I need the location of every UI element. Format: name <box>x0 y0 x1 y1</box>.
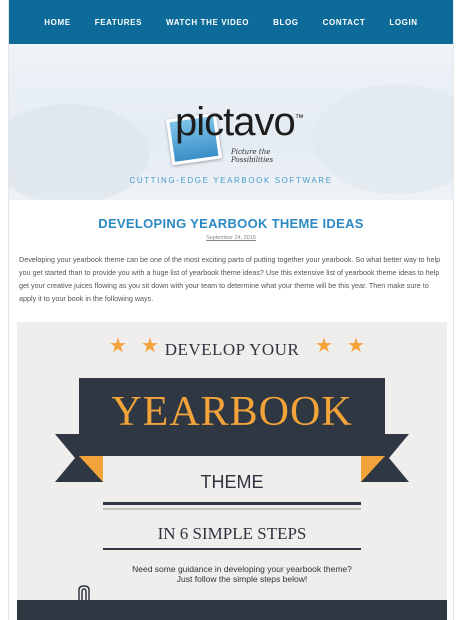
post-content: DEVELOPING YEARBOOK THEME IDEAS Septembe… <box>9 216 453 305</box>
post-title[interactable]: DEVELOPING YEARBOOK THEME IDEAS <box>19 216 443 231</box>
divider-line <box>103 548 361 550</box>
nav-home[interactable]: HOME <box>32 18 82 27</box>
nav-blog[interactable]: BLOG <box>261 18 311 27</box>
nav-login[interactable]: LOGIN <box>377 18 429 27</box>
logo-tagline: Picture the Possibilities <box>231 148 274 164</box>
note-line: Just follow the simple steps below! <box>176 574 308 584</box>
site-logo[interactable]: pictavo™ Picture the Possibilities <box>166 90 309 176</box>
note-line: Need some guidance in developing your ye… <box>132 564 352 574</box>
top-navigation: HOME FEATURES WATCH THE VIDEO BLOG CONTA… <box>9 0 453 44</box>
header-banner: pictavo™ Picture the Possibilities CUTTI… <box>9 44 453 200</box>
divider-line <box>103 502 361 505</box>
nav-watch-video[interactable]: WATCH THE VIDEO <box>154 18 261 27</box>
infographic: ★ ★ ★ ★ DEVELOP YOUR YEARBOOK THEME IN 6… <box>17 322 447 620</box>
nav-contact[interactable]: CONTACT <box>311 18 378 27</box>
infographic-steps-text: IN 6 SIMPLE STEPS <box>157 524 307 543</box>
post-body: Developing your yearbook theme can be on… <box>19 255 441 303</box>
infographic-note: Need some guidance in developing your ye… <box>77 564 407 584</box>
nav-features[interactable]: FEATURES <box>83 18 154 27</box>
post-date[interactable]: September 24, 2015 <box>19 235 443 241</box>
site-tagline: CUTTING-EDGE YEARBOOK SOFTWARE <box>129 176 333 185</box>
infographic-yearbook-text: YEARBOOK <box>111 389 353 435</box>
page: HOME FEATURES WATCH THE VIDEO BLOG CONTA… <box>8 0 454 620</box>
divider-line <box>103 508 361 510</box>
background-shape <box>9 104 149 200</box>
logo-wordmark: pictavo™ <box>175 100 304 144</box>
infographic-theme-text: THEME <box>200 472 264 492</box>
infographic-footer-bar <box>17 600 447 620</box>
